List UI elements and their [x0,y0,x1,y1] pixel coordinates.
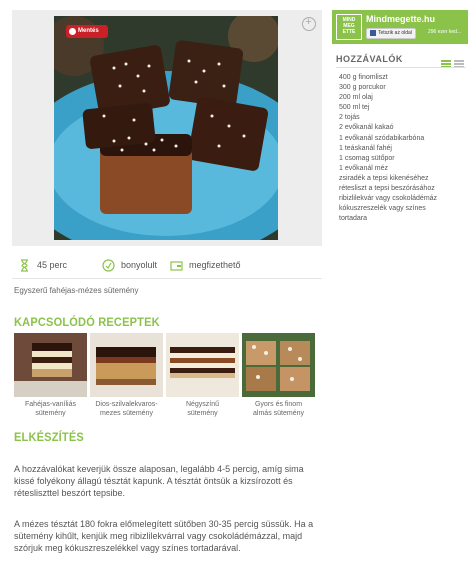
related-recipe-caption[interactable]: Dios-szilvalekvaros- mezes sütemény [90,400,163,418]
related-recipe-caption[interactable]: Fahéjas-vaníliás sütemény [14,400,87,418]
zoom-icon[interactable] [302,16,316,31]
related-recipe-caption[interactable]: Négyszínű sütemény [166,400,239,418]
related-recipes-title: KAPCSOLÓDÓ RECEPTEK [14,315,160,329]
ingredient-item: 1 evőkanál szódabikarbóna [339,134,425,142]
meta-price: megfizethető [170,257,241,273]
facebook-like-box: MIND MEG ETTE Mindmegette.hu Tetszik az … [332,10,468,44]
like-count: 296 ezer ked... [428,29,462,35]
facebook-like-button[interactable]: Tetszik az oldal [366,28,416,39]
ingredient-item: kókuszreszelék vagy színes [339,205,426,213]
ingredient-item: 1 csomag sütőpor [339,154,395,162]
ingredient-item: 1 teáskanál fahéj [339,144,392,152]
ingredient-item: 300 g porcukor [339,84,386,92]
recipe-description: Egyszerű fahéjas-mézes sütemény [14,286,139,295]
meta-divider [12,278,322,279]
ingredient-item: 2 evőkanál kakaó [339,124,394,132]
related-recipe-image[interactable] [166,333,239,397]
sidebar: MIND MEG ETTE Mindmegette.hu Tetszik az … [330,0,470,583]
ingredients-list: 400 g finomliszt 300 g porcukor 200 ml o… [339,73,437,224]
ingredient-item: tortadara [339,215,368,223]
brand-name-link[interactable]: Mindmegette.hu [366,14,435,24]
ingredient-item: 2 tojás [339,114,360,122]
ingredient-item: zsiradék a tepsi kikenéséhez [339,174,429,182]
brand-logo[interactable]: MIND MEG ETTE [336,14,362,40]
related-recipe-image[interactable] [242,333,315,397]
preparation-paragraph: A hozzávalókat keverjük össze alaposan, … [14,464,304,498]
recipe-photo-frame: Mentés [12,10,322,246]
recipe-main-column: Mentés 45 perc bonyolult megfizethető Eg… [0,0,328,583]
ingredient-item: rétesliszt a tepsi beszórásához [339,185,435,193]
meta-price-label: megfizethető [189,260,241,270]
meta-time: 45 perc [18,257,67,273]
ingredients-title: HOZZÁVALÓK [336,54,403,64]
ingredients-view-toggle [438,55,464,73]
wallet-icon [170,261,183,271]
hourglass-icon [21,259,28,272]
facebook-icon [370,29,376,36]
cake-photo-illustration [54,16,278,240]
related-recipe-card[interactable]: Gyors és finom almás sütemény [242,333,315,418]
ingredient-item: 1 evőkanál méz [339,164,389,172]
ingredient-item: ribizlilekvár vagy csokoládémáz [339,195,438,203]
ingredient-item: 400 g finomliszt [339,74,388,81]
ingredients-divider [336,67,466,68]
related-recipe-image[interactable] [14,333,87,397]
meta-difficulty: bonyolult [102,257,157,273]
ingredient-item: 200 ml olaj [339,94,373,102]
preparation-paragraph: A mézes tésztát 180 fokra előmelegített … [14,519,314,553]
related-recipe-card[interactable]: Négyszínű sütemény [166,333,239,418]
difficulty-icon [102,259,115,272]
pinterest-save-button[interactable]: Mentés [66,25,108,38]
related-recipe-caption[interactable]: Gyors és finom almás sütemény [242,400,315,418]
recipe-meta-bar: 45 perc bonyolult megfizethető [12,252,322,278]
recipe-photo[interactable]: Mentés [54,16,278,240]
preparation-title: ELKÉSZÍTÉS [14,430,84,444]
meta-time-label: 45 perc [37,260,68,270]
related-recipe-card[interactable]: Fahéjas-vaníliás sütemény [14,333,87,418]
ingredient-item: 500 ml tej [339,104,370,112]
meta-difficulty-label: bonyolult [121,260,158,270]
related-recipe-card[interactable]: Dios-szilvalekvaros- mezes sütemény [90,333,163,418]
related-recipe-image[interactable] [90,333,163,397]
